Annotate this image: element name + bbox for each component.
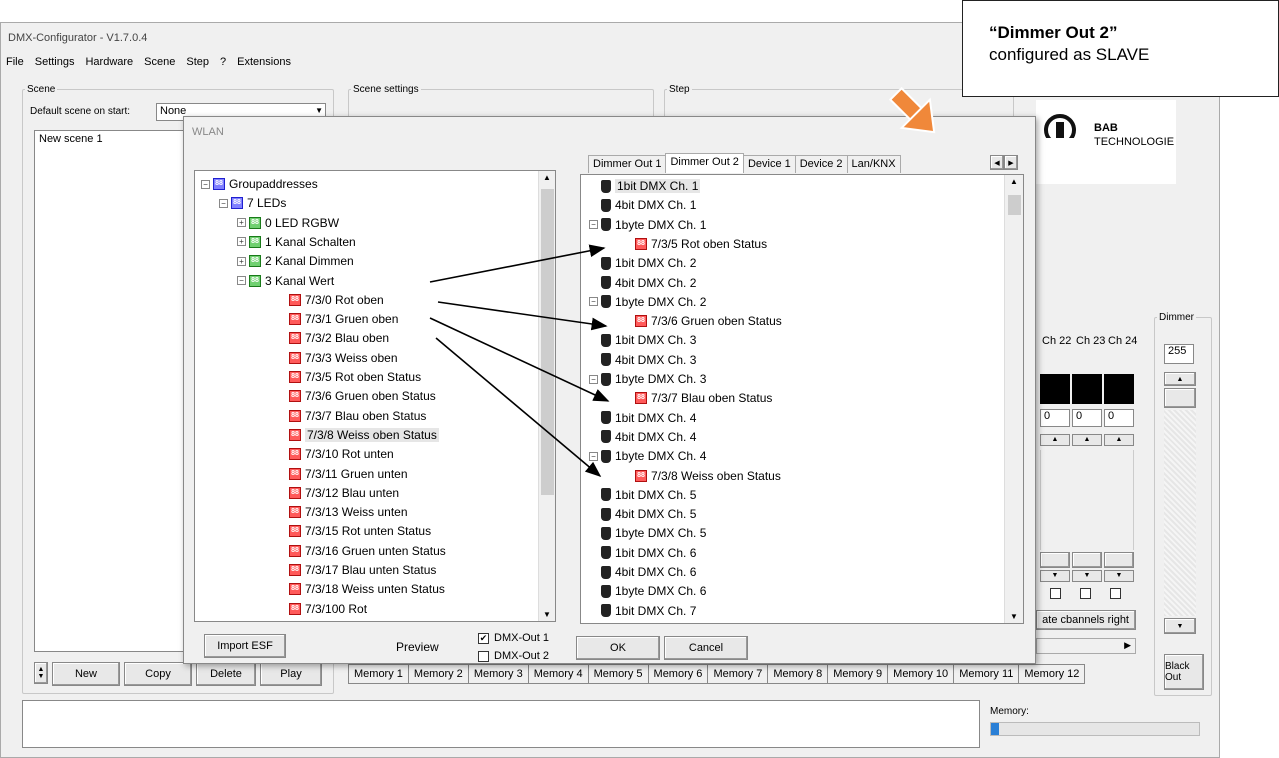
- mapping-arrow-blau: [429, 317, 610, 402]
- orange-pointer-arrow-icon: [888, 86, 936, 134]
- callout-subtext: configured as SLAVE: [989, 45, 1150, 64]
- mapping-arrows-overlay: [429, 86, 936, 478]
- mapping-arrow-rot: [429, 244, 606, 283]
- callout-heading: “Dimmer Out 2”: [989, 23, 1118, 42]
- annotation-callout: “Dimmer Out 2” configured as SLAVE: [962, 0, 1279, 97]
- mapping-arrow-gruen: [437, 301, 608, 331]
